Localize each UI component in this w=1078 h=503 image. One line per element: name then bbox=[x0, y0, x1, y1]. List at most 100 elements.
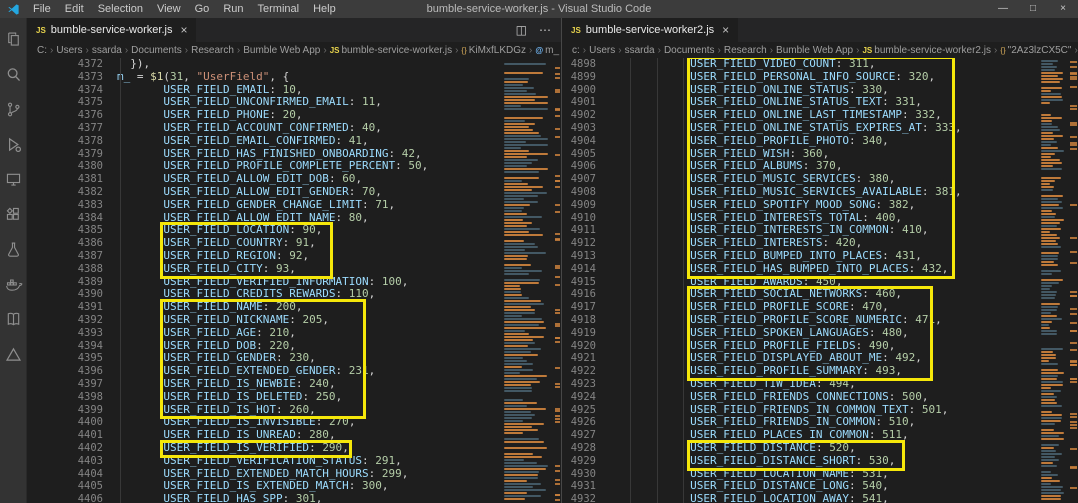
overview-ruler-mark bbox=[1070, 413, 1077, 415]
breadcrumb-item[interactable]: Users bbox=[589, 45, 615, 56]
window-minimize-button[interactable]: — bbox=[988, 0, 1018, 18]
code-editor[interactable]: 4898 USER_FIELD_VIDEO_COUNT: 311,4899 US… bbox=[562, 58, 1078, 503]
menu-terminal[interactable]: Terminal bbox=[251, 0, 307, 18]
overview-ruler-mark bbox=[555, 418, 560, 420]
run-debug-icon[interactable] bbox=[0, 127, 27, 162]
menu-view[interactable]: View bbox=[150, 0, 188, 18]
breadcrumb-item[interactable]: Research bbox=[191, 45, 234, 56]
minimap-mark bbox=[1041, 483, 1051, 485]
explorer-icon[interactable] bbox=[0, 22, 27, 57]
title-bar[interactable]: FileEditSelectionViewGoRunTerminalHelp b… bbox=[0, 0, 1078, 18]
code-token: , bbox=[329, 377, 336, 390]
code-token: , bbox=[316, 223, 323, 236]
breadcrumb-item[interactable]: JSbumble-service-worker2.js bbox=[862, 45, 991, 56]
tab-close-icon[interactable]: × bbox=[722, 23, 729, 37]
minimap-mark bbox=[1041, 165, 1053, 167]
minimap-mark bbox=[1041, 459, 1059, 461]
menu-edit[interactable]: Edit bbox=[58, 0, 91, 18]
tab-close-icon[interactable]: × bbox=[180, 23, 187, 37]
window-close-button[interactable]: × bbox=[1048, 0, 1078, 18]
code-token: USER_FIELD_FRIENDS_IN_COMMON bbox=[690, 415, 875, 428]
code-token: 41 bbox=[349, 134, 362, 147]
minimap-mark bbox=[504, 381, 540, 383]
menu-run[interactable]: Run bbox=[216, 0, 250, 18]
code-token: , bbox=[902, 326, 909, 339]
code-token: USER_FIELD_FRIENDS_CONNECTIONS bbox=[690, 390, 889, 403]
extensions-icon[interactable] bbox=[0, 197, 27, 232]
more-actions-button[interactable]: ⋯ bbox=[539, 23, 551, 37]
line-number: 4923 bbox=[562, 378, 604, 391]
minimap-mark bbox=[504, 147, 521, 149]
minimap-mark bbox=[1041, 294, 1056, 296]
breadcrumb: C:›Users›ssarda›Documents›Research›Bumbl… bbox=[27, 42, 561, 58]
code-token: : bbox=[329, 172, 342, 185]
window-maximize-button[interactable]: □ bbox=[1018, 0, 1048, 18]
live-preview-icon[interactable] bbox=[0, 337, 27, 372]
minimap[interactable] bbox=[502, 58, 554, 503]
breadcrumb-item[interactable]: Documents bbox=[664, 45, 715, 56]
js-file-icon: JS bbox=[36, 26, 46, 35]
code-token: USER_FIELD_PROFILE_SUMMARY bbox=[690, 364, 862, 377]
breadcrumb-item[interactable]: @m_ bbox=[535, 45, 559, 56]
code-token: USER_FIELD_EXTENDED_MATCH_HOURS bbox=[163, 467, 368, 480]
menu-help[interactable]: Help bbox=[306, 0, 343, 18]
menu-go[interactable]: Go bbox=[188, 0, 217, 18]
line-number: 4930 bbox=[562, 468, 604, 481]
minimap-mark bbox=[504, 441, 544, 443]
code-token: 381 bbox=[935, 185, 955, 198]
split-editor-button[interactable]: ◫ bbox=[516, 23, 527, 37]
source-control-icon[interactable] bbox=[0, 92, 27, 127]
minimap-mark bbox=[504, 117, 543, 119]
breadcrumb-item[interactable]: Users bbox=[56, 45, 82, 56]
minimap-mark bbox=[1041, 216, 1055, 218]
minimap-mark bbox=[504, 84, 523, 86]
code-token: USER_FIELD_GENDER bbox=[163, 351, 276, 364]
minimap[interactable] bbox=[1039, 58, 1069, 503]
minimap-mark bbox=[504, 390, 532, 392]
breadcrumb-item[interactable]: C: bbox=[37, 45, 47, 56]
breadcrumb-item[interactable]: JSbumble-service-worker.js bbox=[330, 45, 452, 56]
menu-selection[interactable]: Selection bbox=[91, 0, 150, 18]
code-line[interactable]: 4932 USER_FIELD_LOCATION_AWAY: 541, bbox=[562, 493, 1078, 503]
activity-bar bbox=[0, 18, 27, 503]
minimap-mark bbox=[504, 480, 527, 482]
remote-explorer-icon[interactable] bbox=[0, 162, 27, 197]
minimap-mark bbox=[504, 153, 548, 155]
code-token: : bbox=[263, 300, 276, 313]
search-icon[interactable] bbox=[0, 57, 27, 92]
breadcrumb-item[interactable]: ssarda bbox=[92, 45, 122, 56]
minimap-mark bbox=[504, 213, 527, 215]
breadcrumb-item[interactable]: {}"2Az3lzCX5C" bbox=[1000, 45, 1071, 56]
code-line[interactable]: 4372 }), bbox=[27, 58, 561, 71]
breadcrumb-item[interactable]: c: bbox=[572, 45, 580, 56]
code-token: , bbox=[889, 339, 896, 352]
breadcrumb-item[interactable]: {}KiMxfLKDGz bbox=[461, 45, 526, 56]
breadcrumb-item[interactable]: Bumble Web App bbox=[776, 45, 853, 56]
minimap-mark bbox=[504, 357, 523, 359]
testing-icon[interactable] bbox=[0, 232, 27, 267]
minimap-mark bbox=[1041, 183, 1050, 185]
breadcrumb-item[interactable]: Research bbox=[724, 45, 767, 56]
code-token: , bbox=[856, 236, 863, 249]
code-token: USER_FIELD_INTERESTS bbox=[690, 236, 822, 249]
code-token: : bbox=[902, 108, 915, 121]
code-editor[interactable]: 4372 }),4373m_ = $1(31, "UserField", {43… bbox=[27, 58, 561, 503]
docker-icon[interactable] bbox=[0, 267, 27, 302]
menu-file[interactable]: File bbox=[26, 0, 58, 18]
breadcrumb-item[interactable]: ssarda bbox=[625, 45, 655, 56]
line-number: 4394 bbox=[27, 340, 117, 353]
notebook-icon[interactable] bbox=[0, 302, 27, 337]
code-token: , bbox=[895, 287, 902, 300]
code-token: USER_FIELD_ALBUMS bbox=[690, 159, 803, 172]
line-number: 4392 bbox=[27, 314, 117, 327]
code-line[interactable]: 4406 USER_FIELD_HAS_SPP: 301, bbox=[27, 493, 561, 503]
tab-bumble-service-worker[interactable]: JS bumble-service-worker.js × bbox=[27, 18, 197, 42]
breadcrumb-item[interactable]: Bumble Web App bbox=[243, 45, 320, 56]
code-token: 460 bbox=[876, 287, 896, 300]
minimap-mark bbox=[1041, 354, 1056, 356]
breadcrumb-item[interactable]: Documents bbox=[131, 45, 182, 56]
tab-bumble-service-worker2[interactable]: JS bumble-service-worker2.js × bbox=[562, 18, 739, 42]
code-token: USER_FIELD_CITY bbox=[163, 262, 262, 275]
minimap-mark bbox=[504, 432, 523, 434]
code-token: : bbox=[302, 390, 315, 403]
